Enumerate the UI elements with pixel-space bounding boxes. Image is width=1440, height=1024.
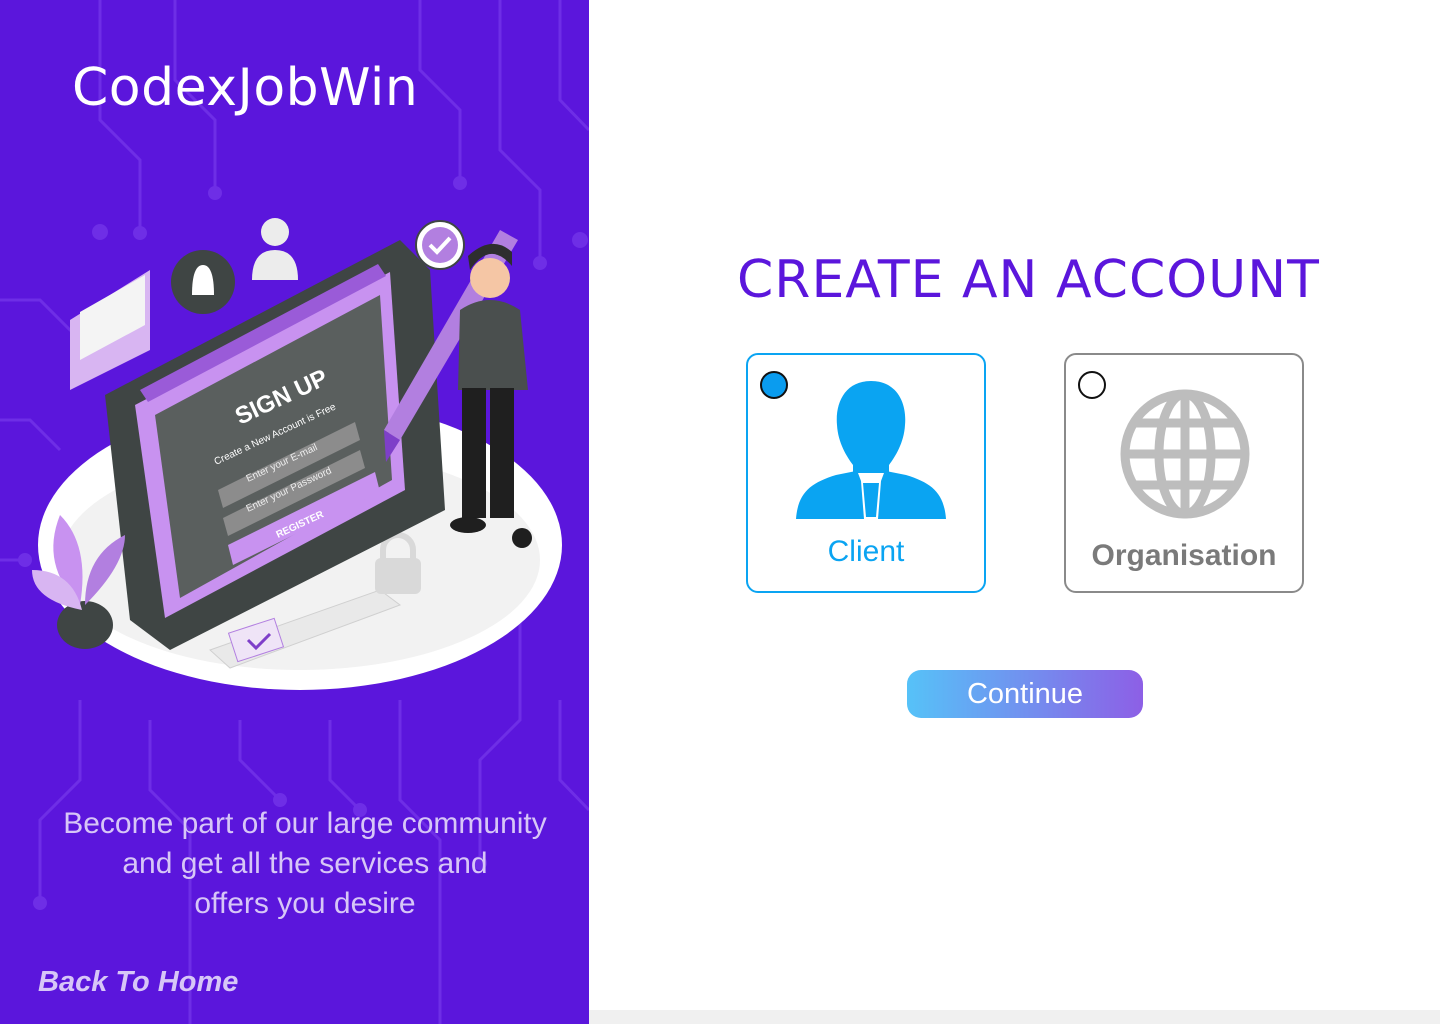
- organisation-radio[interactable]: [1078, 371, 1106, 399]
- organisation-label: Organisation: [1091, 539, 1277, 572]
- client-radio[interactable]: [760, 371, 788, 399]
- person-icon: [796, 381, 946, 519]
- organisation-option-card[interactable]: Organisation: [1064, 353, 1304, 593]
- tagline-line: and get all the services and: [122, 847, 488, 880]
- back-to-home-link[interactable]: Back To Home: [38, 966, 238, 999]
- left-panel: CodexJobWin SIGN UP Create a New Account…: [0, 0, 589, 1024]
- page-title: CREATE AN ACCOUNT: [737, 250, 1320, 310]
- community-tagline: Become part of our large community and g…: [30, 804, 580, 924]
- client-option-card[interactable]: Client: [746, 353, 986, 593]
- tagline-line: Become part of our large community: [63, 807, 547, 840]
- brand-logo[interactable]: CodexJobWin: [72, 58, 418, 118]
- main-panel: CREATE AN ACCOUNT Client Organisation Co…: [589, 0, 1440, 1010]
- signup-illustration: SIGN UP Create a New Account is Free Ent…: [32, 218, 562, 690]
- continue-button[interactable]: Continue: [907, 670, 1143, 718]
- globe-icon: [1120, 389, 1250, 519]
- client-label: Client: [827, 535, 905, 568]
- tagline-line: offers you desire: [194, 887, 416, 920]
